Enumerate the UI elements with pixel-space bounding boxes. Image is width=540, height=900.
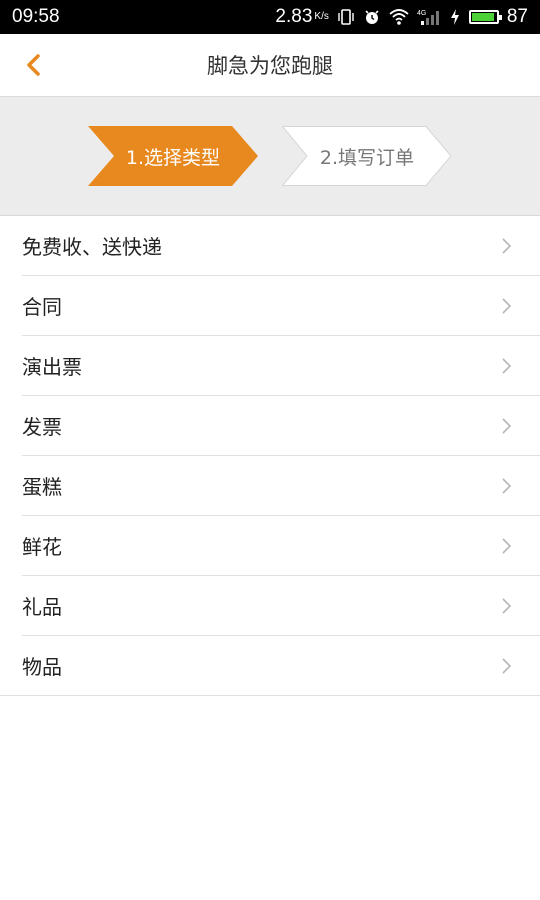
chevron-right-icon — [502, 657, 512, 674]
chevron-right-icon — [502, 357, 512, 374]
svg-text:4G: 4G — [417, 10, 426, 17]
signal-4g-icon: 4G — [417, 10, 439, 25]
vibrate-icon — [338, 9, 354, 25]
list-item-label: 演出票 — [22, 355, 82, 379]
step-label: 2.填写订单 — [319, 146, 415, 169]
page-title: 脚急为您跑腿 — [207, 54, 333, 78]
chevron-right-icon — [502, 417, 512, 434]
list-item-label: 鲜花 — [22, 535, 62, 559]
step-select-type[interactable]: 1.选择类型 — [88, 126, 258, 186]
chevron-right-icon — [502, 477, 512, 494]
category-list: 免费收、送快递 合同 演出票 发票 蛋糕 鲜花 礼品 物品 — [0, 216, 540, 696]
list-item-label: 合同 — [22, 295, 62, 319]
list-item-express-delivery[interactable]: 免费收、送快递 — [22, 216, 540, 276]
list-item-gift[interactable]: 礼品 — [22, 576, 540, 636]
battery-percent: 87 — [506, 6, 528, 27]
step-label: 1.选择类型 — [125, 146, 221, 169]
list-item-cake[interactable]: 蛋糕 — [22, 456, 540, 516]
list-item-label: 免费收、送快递 — [22, 235, 162, 259]
top-bar: 脚急为您跑腿 — [0, 34, 540, 97]
network-speed: 2.83 K/s — [275, 6, 328, 28]
step-indicator: 1.选择类型 2.填写订单 — [0, 97, 540, 216]
list-item-contract[interactable]: 合同 — [22, 276, 540, 336]
back-button[interactable] — [18, 50, 48, 80]
list-item-label: 礼品 — [22, 595, 62, 619]
battery-fill — [471, 13, 495, 21]
list-item-label: 物品 — [22, 655, 62, 679]
chevron-right-icon — [502, 597, 512, 614]
list-item-label: 发票 — [22, 415, 62, 439]
status-time: 09:58 — [12, 6, 60, 27]
network-speed-value: 2.83 — [275, 6, 313, 27]
step-fill-order[interactable]: 2.填写订单 — [282, 126, 452, 186]
status-bar: 09:58 2.83 K/s 4G 87 — [0, 0, 540, 34]
wifi-icon — [389, 9, 409, 25]
charging-icon — [450, 9, 459, 25]
alarm-icon — [365, 10, 379, 24]
status-icons: 2.83 K/s 4G 87 — [275, 6, 528, 28]
network-speed-unit: K/s — [314, 11, 329, 22]
list-item-label: 蛋糕 — [22, 475, 62, 499]
list-item-flowers[interactable]: 鲜花 — [22, 516, 540, 576]
list-item-show-ticket[interactable]: 演出票 — [22, 336, 540, 396]
chevron-left-icon — [27, 54, 40, 76]
chevron-right-icon — [502, 537, 512, 554]
chevron-right-icon — [502, 237, 512, 254]
chevron-right-icon — [502, 297, 512, 314]
list-item-invoice[interactable]: 发票 — [22, 396, 540, 456]
battery-icon — [468, 10, 502, 24]
list-item-goods[interactable]: 物品 — [0, 636, 540, 696]
